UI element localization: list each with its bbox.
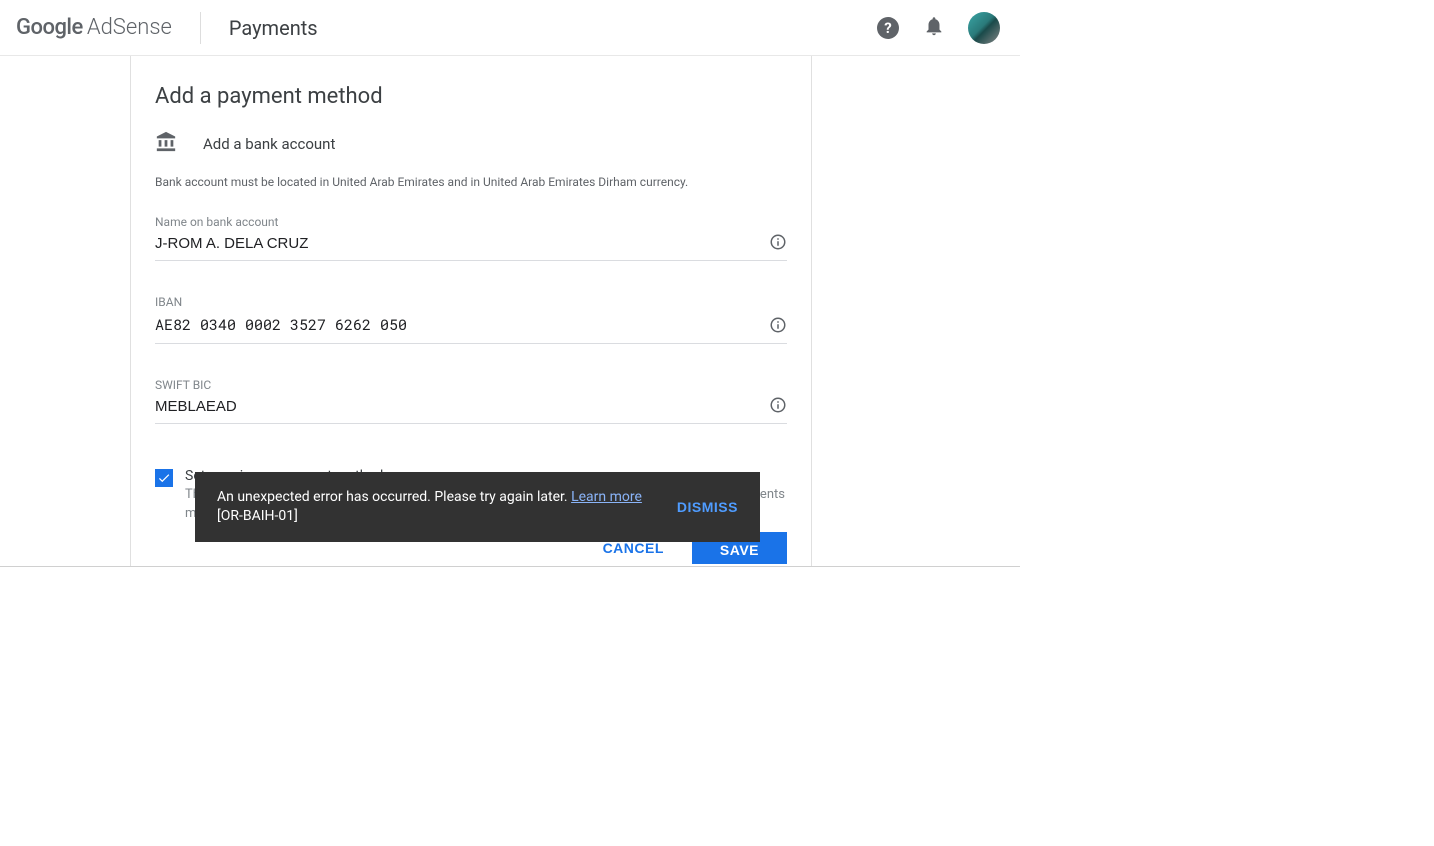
toast-code: [OR-BAIH-01] [217,507,642,526]
logo[interactable]: Google AdSense [16,15,172,40]
header-icons: ? [876,12,1000,44]
info-icon[interactable] [769,316,787,334]
info-icon[interactable] [769,396,787,414]
page-title: Payments [229,16,318,40]
field-swift-label: SWIFT BIC [155,378,787,392]
field-swift: SWIFT BIC [155,378,787,424]
toast-learn-more-link[interactable]: Learn more [571,489,642,505]
name-input[interactable] [155,233,787,261]
card-title: Add a payment method [155,84,787,109]
help-icon[interactable]: ? [876,16,900,40]
header-divider [200,12,201,44]
toast-message: An unexpected error has occurred. Please… [217,488,642,526]
card-subtitle-row: Add a bank account [155,131,787,157]
card-note: Bank account must be located in United A… [155,175,787,189]
error-toast: An unexpected error has occurred. Please… [195,472,760,542]
swift-input[interactable] [155,396,787,424]
primary-checkbox[interactable] [155,469,173,487]
bank-icon [155,131,177,157]
toast-text: An unexpected error has occurred. Please… [217,489,571,505]
content: Add a payment method Add a bank account … [0,56,1020,567]
field-iban-label: IBAN [155,295,787,309]
field-name-label: Name on bank account [155,215,787,229]
field-iban: IBAN [155,295,787,344]
info-icon[interactable] [769,233,787,251]
payment-method-card: Add a payment method Add a bank account … [130,56,812,566]
iban-input[interactable] [155,313,787,344]
logo-adsense: AdSense [87,15,172,40]
app-header: Google AdSense Payments ? [0,0,1020,56]
dismiss-button[interactable]: DISMISS [677,499,738,515]
avatar[interactable] [968,12,1000,44]
notifications-icon[interactable] [922,16,946,40]
card-subtitle: Add a bank account [203,135,335,153]
field-name: Name on bank account [155,215,787,261]
logo-google: Google [16,15,83,40]
